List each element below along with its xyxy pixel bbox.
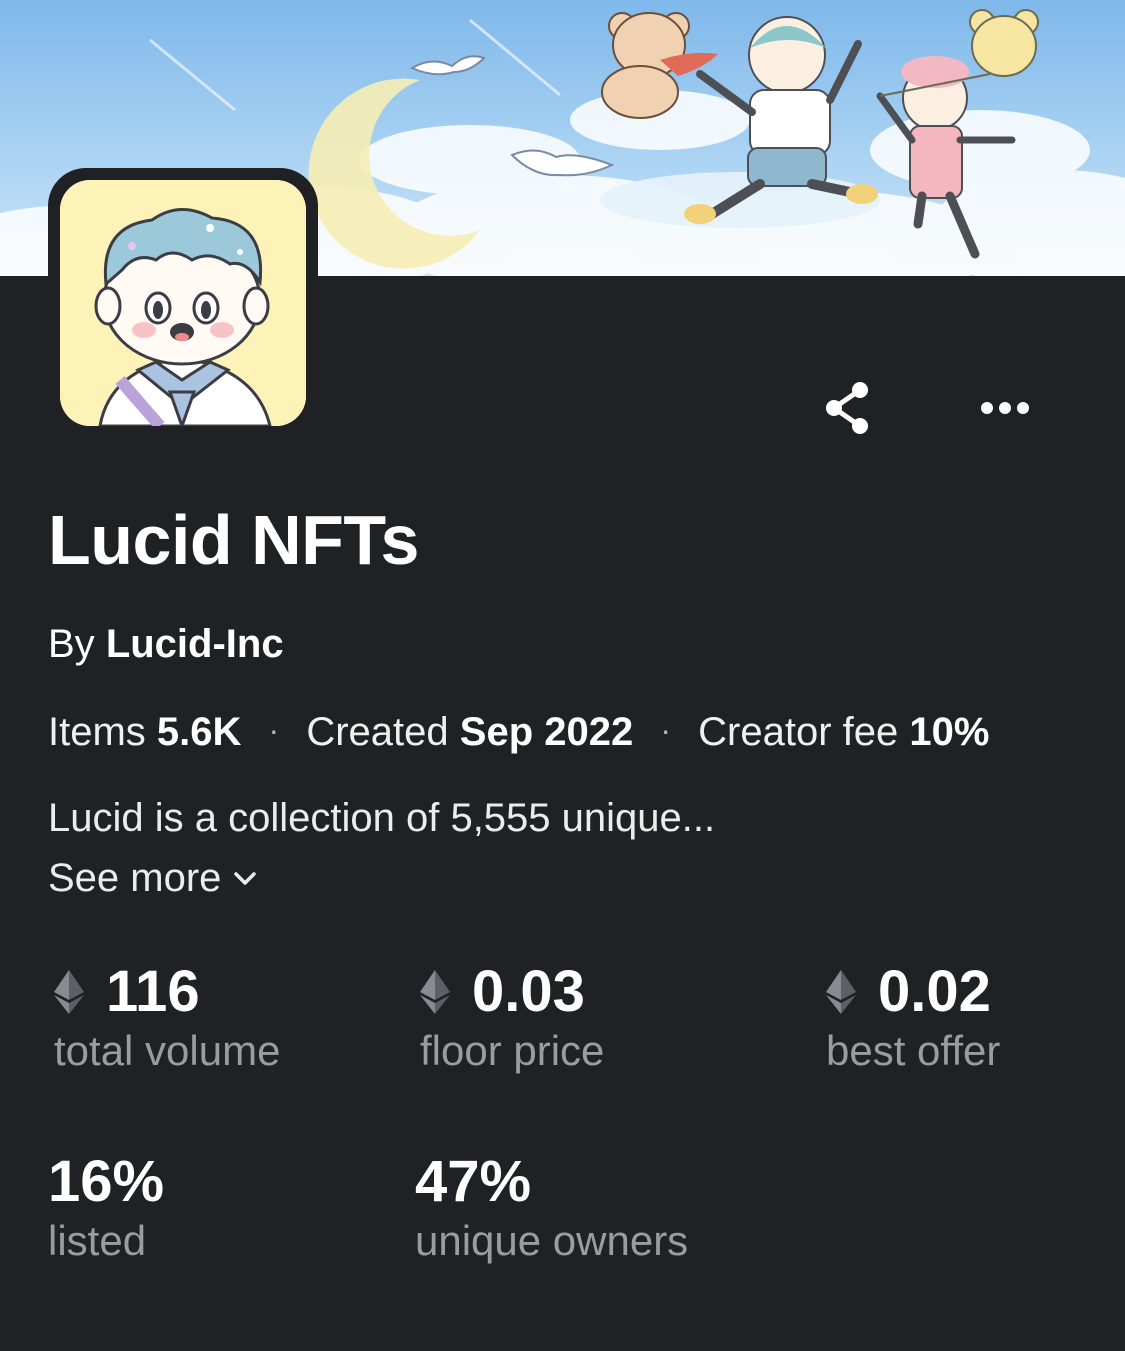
- by-prefix: By: [48, 622, 95, 666]
- meta-separator: ·: [268, 712, 280, 748]
- stat-label: best offer: [826, 1027, 1001, 1074]
- items-label: Items: [48, 710, 146, 754]
- creator-fee-value: 10%: [909, 710, 990, 754]
- created-label: Created: [306, 710, 449, 754]
- share-button[interactable]: [816, 376, 880, 440]
- stat-value: 47%: [415, 1149, 532, 1214]
- creator-byline: By Lucid-Inc: [48, 622, 284, 667]
- creator-link[interactable]: Lucid-Inc: [106, 622, 284, 666]
- avatar-illustration: [60, 180, 306, 426]
- more-options-button[interactable]: [973, 376, 1037, 440]
- stat-label: total volume: [54, 1027, 281, 1074]
- collection-meta: Items 5.6K · Created Sep 2022 · Creator …: [48, 710, 989, 755]
- stat-value: 116: [106, 959, 200, 1024]
- collection-title: Lucid NFTs: [48, 501, 419, 579]
- created-value: Sep 2022: [459, 710, 634, 754]
- stat-label: listed: [48, 1217, 147, 1264]
- stat-best-offer: 0.02 best offer: [826, 958, 1000, 1075]
- share-icon: [826, 382, 868, 434]
- ethereum-icon: [826, 969, 856, 1014]
- stat-value: 16%: [48, 1149, 165, 1214]
- collection-description: Lucid is a collection of 5,555 unique...: [48, 796, 716, 840]
- stat-label: unique owners: [415, 1217, 689, 1264]
- stat-total-volume: 116 total volume: [54, 958, 280, 1075]
- collection-avatar-frame: [48, 168, 318, 438]
- stat-value: 0.02: [878, 959, 991, 1024]
- ethereum-icon: [420, 969, 450, 1014]
- creator-fee-label: Creator fee: [698, 710, 899, 754]
- more-options-icon: [981, 402, 1029, 414]
- meta-separator: ·: [660, 712, 672, 748]
- stat-label: floor price: [420, 1027, 605, 1074]
- ethereum-icon: [54, 969, 84, 1014]
- stat-unique-owners: 47% unique owners: [415, 1148, 688, 1265]
- stat-floor-price: 0.03 floor price: [420, 958, 604, 1075]
- items-value: 5.6K: [156, 710, 242, 754]
- chevron-down-icon: [234, 871, 257, 885]
- see-more-button[interactable]: See more: [48, 856, 257, 901]
- stat-listed: 16% listed: [48, 1148, 164, 1265]
- see-more-label: See more: [48, 856, 222, 900]
- stat-value: 0.03: [472, 959, 585, 1024]
- collection-avatar: [60, 180, 306, 426]
